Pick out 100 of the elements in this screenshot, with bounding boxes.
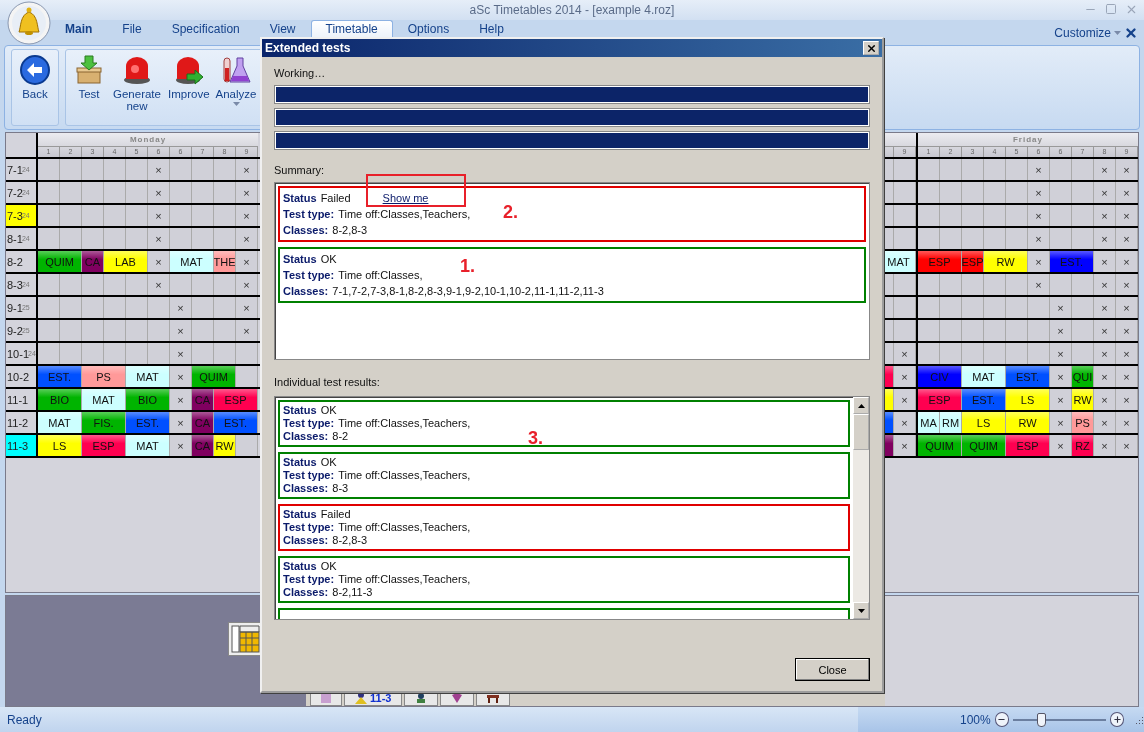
ribbon-button[interactable]: Generate new <box>110 52 164 124</box>
blocked-mark: × <box>148 182 170 204</box>
blocked-mark: × <box>1050 343 1072 365</box>
ribbon-tab[interactable]: Specification <box>156 19 255 45</box>
ribbon-button[interactable]: Improve <box>166 52 212 124</box>
lesson-cell: EST. <box>962 389 1006 411</box>
field-label: Test type: <box>283 573 335 586</box>
blocked-mark: × <box>1094 412 1116 434</box>
beacon-icon <box>121 54 153 87</box>
blocked-mark: × <box>1116 297 1138 319</box>
ribbon-button[interactable]: Test <box>70 52 108 124</box>
blocked-mark: × <box>1028 159 1050 181</box>
close-button[interactable] <box>863 41 879 55</box>
annotation-number: 1. <box>460 256 475 277</box>
results-label: Individual test results: <box>274 376 381 388</box>
lesson-cell: LAB <box>104 251 148 273</box>
lesson-cell: ESP <box>1006 435 1050 457</box>
close-icon[interactable] <box>1124 25 1138 40</box>
field-value: Time off:Classes,Teachers, <box>338 469 471 482</box>
zoom-out-button[interactable] <box>994 712 1010 728</box>
plus-icon <box>1112 715 1122 725</box>
lesson-cell: CA <box>192 412 214 434</box>
window-title: aSc Timetables 2014 - [example 4.roz] <box>469 2 675 17</box>
lesson-cell: EST. <box>1050 251 1094 273</box>
lesson-cell: MAT <box>126 366 170 388</box>
ribbon-button[interactable]: Analyze <box>213 52 259 124</box>
lesson-cell: ESP <box>214 389 258 411</box>
lesson-cell: RW <box>214 435 236 457</box>
lesson-cell: PS <box>1072 412 1094 434</box>
scroll-up-button[interactable] <box>853 397 869 414</box>
blocked-mark: × <box>1094 251 1116 273</box>
close-button[interactable]: Close <box>795 658 870 681</box>
status-text: Working… <box>274 67 327 79</box>
zoom-in-button[interactable] <box>1109 712 1125 728</box>
blocked-mark: × <box>1116 251 1138 273</box>
blocked-mark: × <box>1116 412 1138 434</box>
ribbon-tab[interactable]: Main <box>50 19 108 45</box>
field-label: Status <box>283 560 317 573</box>
lesson-cell: FIS. <box>82 412 126 434</box>
scroll-thumb[interactable] <box>853 414 869 450</box>
field-label: Classes: <box>283 586 329 599</box>
lesson-cell: ESP <box>918 389 962 411</box>
annotation-number: 2. <box>503 202 518 223</box>
scroll-down-button[interactable] <box>853 602 869 619</box>
field-value: Failed <box>320 191 351 206</box>
field-value: 8-2 <box>332 430 349 443</box>
blocked-mark: × <box>1094 320 1116 342</box>
down-arrow-icon <box>857 608 865 613</box>
person-icon <box>355 691 367 704</box>
blocked-mark: × <box>1094 228 1116 250</box>
blocked-mark: × <box>236 205 258 227</box>
field-value: OK <box>320 404 337 417</box>
blocked-mark: × <box>1028 228 1050 250</box>
ribbon-button[interactable]: Back <box>16 52 54 124</box>
lesson-cell: RM <box>940 412 962 434</box>
scrollbar[interactable] <box>853 397 869 619</box>
bell-logo[interactable] <box>7 1 51 45</box>
field-value: 7-1,7-2,7-3,8-1,8-2,8-3,9-1,9-2,10-1,10-2,11-1,11-2,11-3 <box>332 284 604 299</box>
blocked-mark: × <box>1116 182 1138 204</box>
blocked-mark: × <box>1094 182 1116 204</box>
field-label: Test type: <box>283 521 335 534</box>
field-label: Classes: <box>283 534 329 547</box>
blocked-mark: × <box>236 159 258 181</box>
blocked-mark: × <box>1116 159 1138 181</box>
class-label[interactable]: 11-3 <box>6 435 36 457</box>
lesson-cell: EST. <box>214 412 258 434</box>
field-value: 8-2,8-3 <box>332 534 368 547</box>
lesson-cell: QUIM <box>38 251 82 273</box>
lesson-cell: RW <box>984 251 1028 273</box>
lesson-cell: EST. <box>38 366 82 388</box>
day-header: Monday <box>128 134 168 147</box>
lesson-cell: MAT <box>38 412 82 434</box>
show-me-link[interactable]: Show me <box>382 190 429 206</box>
lesson-cell: LS <box>962 412 1006 434</box>
field-value: Failed <box>320 508 351 521</box>
field-label: Classes: <box>283 430 329 443</box>
blocked-mark: × <box>1116 228 1138 250</box>
blocked-mark: × <box>1116 343 1138 365</box>
zoom-thumb[interactable] <box>1037 712 1046 727</box>
field-label: Test type: <box>283 207 335 222</box>
field-label: Status <box>283 456 317 469</box>
lesson-cell: BIO <box>38 389 82 411</box>
lesson-cell: LS <box>1006 389 1050 411</box>
summary-label: Summary: <box>274 164 326 176</box>
field-value: Time off:Classes, <box>338 268 423 283</box>
customize-menu[interactable]: Customize <box>1054 25 1111 40</box>
ribbon-tab[interactable]: File <box>107 19 157 45</box>
resize-grip-icon[interactable] <box>1134 714 1144 725</box>
field-value: 8-2,8-3 <box>332 223 368 238</box>
blocked-mark: × <box>1094 389 1116 411</box>
blocked-mark: × <box>236 182 258 204</box>
field-value: OK <box>320 560 337 573</box>
lesson-cell: MAT <box>126 435 170 457</box>
timetable-icon[interactable] <box>228 621 262 656</box>
lesson-cell: CA <box>82 251 104 273</box>
blocked-mark: × <box>148 228 170 250</box>
blocked-mark: × <box>170 320 192 342</box>
field-label: Test type: <box>283 268 335 283</box>
lesson-cell: QUIM <box>192 366 236 388</box>
field-value: OK <box>320 252 337 267</box>
